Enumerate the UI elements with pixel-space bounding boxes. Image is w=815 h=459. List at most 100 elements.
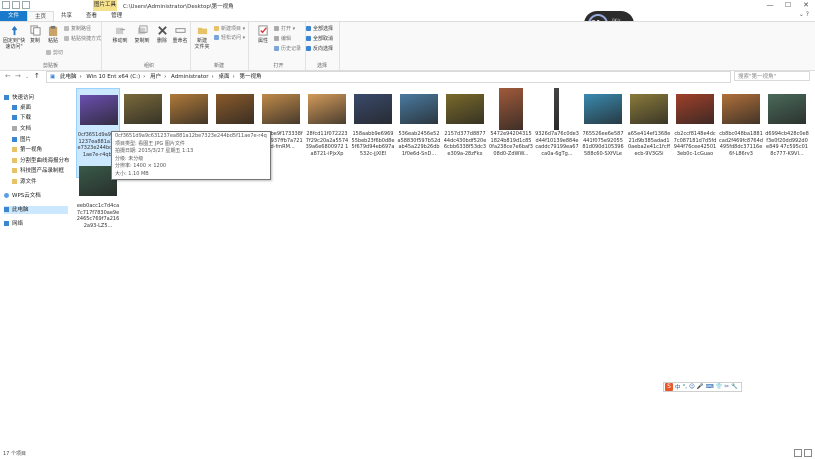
chevron-right-icon[interactable]: › [79, 74, 81, 80]
chevron-right-icon[interactable]: › [143, 74, 145, 80]
wrench-icon[interactable]: 🔧 [731, 384, 738, 390]
file-item[interactable]: 2157d377d887744dc430bdf520e6cbb6338f53dc… [443, 88, 487, 178]
scissors-icon[interactable]: ✂ [724, 384, 729, 390]
edit-button[interactable]: 编辑 [274, 36, 291, 42]
nav-downloads[interactable]: 下载 [12, 114, 31, 122]
select-none-button[interactable]: 全部取消 [306, 36, 333, 42]
folder-icon[interactable] [2, 1, 10, 9]
tab-share[interactable]: 共享 [54, 11, 79, 21]
file-item[interactable]: 5472e942043151824b819d1c850fa238ce7e6baf… [489, 88, 533, 178]
select-all-button[interactable]: 全部选择 [306, 26, 333, 32]
microphone-icon[interactable]: 🎤 [697, 384, 704, 390]
thumbnail-image [630, 94, 668, 124]
nav-folder[interactable]: 科技图产品录制框 [12, 167, 64, 175]
ime-toolbar[interactable]: S 中 °, ☺ 🎤 ⌨ 👕 ✂ 🔧 [663, 382, 742, 392]
copy-button[interactable]: 复制 [27, 25, 43, 44]
group-label-select: 选择 [316, 63, 327, 69]
move-to-button[interactable]: 移动到 [109, 25, 131, 44]
open-button[interactable]: 打开 ▾ [274, 26, 295, 32]
thumbnail-image [446, 94, 484, 124]
help-icon[interactable]: ⌄ ? [799, 11, 809, 18]
breadcrumb-item[interactable]: 用户 [150, 74, 161, 80]
breadcrumb-item[interactable]: 此电脑 [60, 74, 77, 80]
tab-file[interactable]: 文件 [0, 11, 28, 21]
ime-mode-toggle[interactable]: 中 [675, 383, 681, 391]
breadcrumb-item[interactable]: 桌面 [218, 74, 229, 80]
tab-manage[interactable]: 管理 [104, 11, 129, 21]
chevron-right-icon[interactable]: › [212, 74, 214, 80]
file-name: d6994cb428c0e8f3e0f20dd992d0e849 47c595c… [765, 131, 809, 157]
file-item[interactable]: 158aabb9e6969 55beb23f6b0d8e5f679d94eb69… [351, 88, 395, 178]
breadcrumb-item[interactable]: Win 10 Ent x64 (C:) [86, 74, 140, 80]
group-open: 属性 打开 ▾ 编辑 历史记录 打开 [252, 22, 306, 70]
copy-to-button[interactable]: 复制到 [131, 25, 153, 44]
new-item-button[interactable]: 新建项目 ▾ [214, 26, 245, 32]
tab-home[interactable]: 主页 [27, 11, 55, 21]
file-item[interactable]: 9326d7a76c0de3d44f10139e884ecaddc79199ea… [535, 88, 579, 178]
nav-documents[interactable]: 文档 [12, 125, 31, 133]
details-view-icon[interactable] [794, 449, 802, 457]
file-item[interactable]: d6994cb428c0e8f3e0f20dd992d0e849 47c595c… [765, 88, 809, 178]
new-folder-icon[interactable] [22, 1, 30, 9]
copy-path-icon [64, 26, 69, 31]
recent-locations-icon[interactable]: ⌄ [25, 74, 29, 80]
network-icon [4, 221, 9, 226]
file-item[interactable]: 765526ee6e587441f075e92055 81d090d105396… [581, 88, 625, 178]
history-button[interactable]: 历史记录 [274, 46, 301, 52]
open-icon [274, 26, 279, 31]
new-folder-button[interactable]: 新建 文件夹 [191, 25, 213, 50]
paste-shortcut-button[interactable]: 粘贴快捷方式 [64, 36, 101, 42]
nav-folder[interactable]: 分割型曲线海报分布 [12, 157, 70, 165]
properties-icon[interactable] [12, 1, 20, 9]
group-label-organize: 组织 [143, 63, 154, 69]
maximize-button[interactable]: ☐ [779, 0, 797, 11]
nav-desktop[interactable]: 桌面 [12, 104, 31, 112]
minimize-button[interactable]: — [761, 0, 779, 11]
punctuation-icon[interactable]: °, [683, 384, 688, 390]
copy-path-button[interactable]: 复制路径 [64, 26, 91, 32]
chevron-right-icon[interactable]: › [164, 74, 166, 80]
nav-folder[interactable]: 第一视角 [12, 146, 42, 154]
large-icons-view-icon[interactable] [804, 449, 812, 457]
document-icon [12, 126, 17, 131]
folder-icon [12, 147, 17, 152]
file-item[interactable]: cb8bc048ba1881cad2f469fc8764d495fd8dc371… [719, 88, 763, 178]
invert-selection-icon [306, 46, 311, 51]
easy-access-button[interactable]: 轻松访问 ▾ [214, 35, 245, 41]
close-button[interactable]: ✕ [797, 0, 815, 11]
address-bar[interactable]: ▣ 此电脑 › Win 10 Ent x64 (C:) › 用户 › Administ… [46, 71, 731, 83]
file-item[interactable]: cb2ccf8148e4dc7c087181d7d5fd944f76cee425… [673, 88, 717, 178]
nav-pictures[interactable]: 图片 [12, 136, 31, 144]
file-item[interactable]: 536eab2456e52a58830f597b52dab45a229b26db… [397, 88, 441, 178]
keyboard-icon[interactable]: ⌨ [706, 384, 714, 390]
nav-quick-access[interactable]: 快速访问 [4, 94, 34, 102]
breadcrumb-item[interactable]: 第一视角 [239, 74, 261, 80]
forward-arrow-icon[interactable]: → [15, 72, 21, 80]
group-label-new: 新建 [213, 63, 224, 69]
invert-selection-button[interactable]: 反向选择 [306, 46, 333, 52]
up-arrow-icon[interactable]: ↑ [34, 72, 40, 80]
search-input[interactable]: 搜索"第一视角" [734, 71, 810, 81]
breadcrumb-item[interactable]: Administrator [171, 74, 209, 80]
tab-view[interactable]: 查看 [79, 11, 104, 21]
emoji-icon[interactable]: ☺ [689, 384, 695, 390]
chevron-right-icon[interactable]: › [233, 74, 235, 80]
rename-button[interactable]: 重命名 [169, 25, 191, 44]
paste-shortcut-icon [64, 36, 69, 41]
paste-button[interactable]: 粘贴 [44, 25, 62, 44]
nav-network[interactable]: 网络 [4, 220, 23, 228]
thumbnail-image [584, 94, 622, 124]
cut-button[interactable]: 剪切 [46, 50, 63, 56]
file-item[interactable]: a65e414ef1368e21d9b385adad10aeba2e41c1fc… [627, 88, 671, 178]
sogou-logo-icon[interactable]: S [665, 383, 673, 391]
properties-button[interactable]: 属性 [252, 25, 274, 44]
file-item[interactable]: 28fcd11f0722237f29c20a2a557439a6e6800972… [305, 88, 349, 178]
nav-this-pc[interactable]: 此电脑 [4, 206, 68, 214]
nav-wps-cloud[interactable]: WPS云文档 [4, 192, 41, 200]
skin-icon[interactable]: 👕 [716, 384, 723, 390]
group-organize: 移动到 复制到 删除 重命名 组织 [108, 22, 191, 70]
nav-folder[interactable]: 源文件 [12, 178, 37, 186]
back-arrow-icon[interactable]: ← [5, 72, 11, 80]
pin-quick-access-button[interactable]: 固定到"快速访问" [1, 25, 27, 50]
context-tab-picture-tools[interactable]: 图片工具 [93, 0, 117, 11]
